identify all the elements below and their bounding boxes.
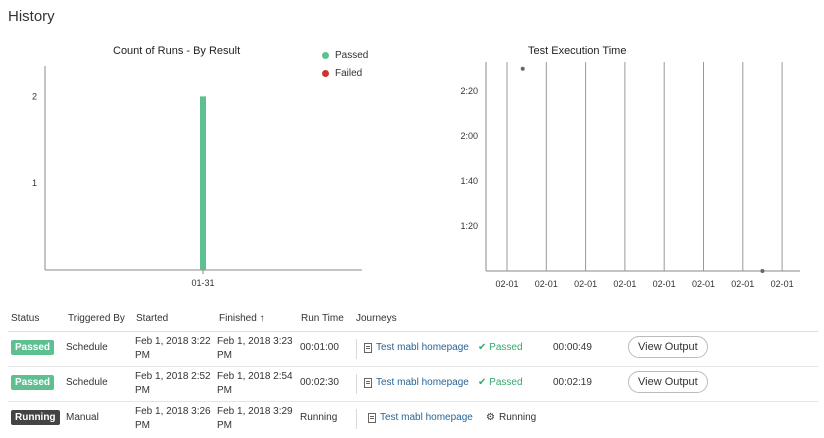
y-tick-label: 2: [32, 91, 37, 101]
passed-dot-icon: [322, 51, 329, 59]
journey-name: Test mabl homepage: [376, 342, 469, 353]
journey-time-cell: 00:00:49: [553, 342, 592, 353]
header-run-time[interactable]: Run Time: [301, 313, 344, 324]
started-cell: Feb 1, 2018 2:52 PM: [135, 371, 211, 396]
table-row[interactable]: Passed Schedule Feb 1, 2018 3:22 PM Feb …: [8, 332, 818, 367]
y-tick-label: 1: [32, 178, 37, 188]
journey-result: ✔ Passed: [478, 341, 523, 355]
journey-result: ✔ Passed: [478, 376, 523, 390]
x-tick-label: 01-31: [191, 278, 214, 288]
header-journeys[interactable]: Journeys: [356, 313, 397, 324]
started-cell: Feb 1, 2018 3:26 PM: [135, 406, 211, 431]
header-status[interactable]: Status: [11, 313, 39, 324]
journey-link[interactable]: Test mabl homepage: [364, 341, 469, 355]
table-row[interactable]: Passed Schedule Feb 1, 2018 2:52 PM Feb …: [8, 367, 818, 402]
gear-icon: ⚙: [486, 412, 495, 423]
runs-chart-legend: Passed Failed: [322, 46, 368, 82]
finished-cell: Feb 1, 2018 3:23 PM: [217, 336, 293, 361]
run-time-cell: Running: [300, 412, 338, 423]
header-started[interactable]: Started: [136, 313, 168, 324]
journey-link[interactable]: Test mabl homepage: [364, 376, 469, 390]
status-badge: Running: [11, 410, 60, 425]
run-time-cell: 00:02:30: [300, 377, 339, 388]
check-icon: ✔: [478, 342, 490, 353]
journey-time-cell: 00:02:19: [553, 377, 592, 388]
history-table: Status Triggered By Started Finished ↑ R…: [8, 306, 818, 438]
journey-divider: [356, 339, 357, 359]
triggered-by-cell: Schedule: [66, 342, 108, 353]
failed-dot-icon: [322, 69, 329, 77]
journey-result-label: Passed: [489, 342, 523, 353]
status-badge: Passed: [11, 340, 55, 355]
runs-by-result-chart: 1 2 01-31: [32, 66, 362, 288]
legend-item-failed[interactable]: Failed: [322, 64, 368, 82]
journey-link[interactable]: Test mabl homepage: [368, 411, 473, 425]
header-finished[interactable]: Finished ↑: [219, 313, 265, 324]
bar-passed: [200, 96, 206, 270]
legend-item-passed[interactable]: Passed: [322, 46, 368, 64]
journey-name: Test mabl homepage: [376, 377, 469, 388]
finished-cell: Feb 1, 2018 3:29 PM: [217, 406, 293, 431]
view-output-button[interactable]: View Output: [628, 336, 708, 358]
journey-result: ⚙ Running: [486, 411, 536, 425]
legend-label-failed: Failed: [335, 67, 363, 79]
finished-cell: Feb 1, 2018 2:54 PM: [217, 371, 293, 396]
table-row[interactable]: Running Manual Feb 1, 2018 3:26 PM Feb 1…: [8, 402, 818, 438]
triggered-by-cell: Schedule: [66, 377, 108, 388]
started-cell: Feb 1, 2018 3:22 PM: [135, 336, 211, 361]
document-icon: [364, 343, 372, 353]
run-time-cell: 00:01:00: [300, 342, 339, 353]
triggered-by-cell: Manual: [66, 412, 99, 423]
table-header: Status Triggered By Started Finished ↑ R…: [8, 306, 818, 332]
execution-time-chart-title: Test Execution Time: [528, 45, 627, 57]
status-badge: Passed: [11, 375, 55, 390]
check-icon: ✔: [478, 377, 490, 388]
journey-result-label: Passed: [489, 377, 523, 388]
document-icon: [364, 378, 372, 388]
legend-label-passed: Passed: [335, 49, 369, 61]
view-output-button[interactable]: View Output: [628, 371, 708, 393]
journey-result-label: Running: [498, 412, 537, 423]
document-icon: [368, 413, 376, 423]
header-triggered-by[interactable]: Triggered By: [68, 313, 125, 324]
journey-divider: [356, 374, 357, 394]
journey-divider: [356, 409, 357, 429]
journey-name: Test mabl homepage: [380, 412, 473, 423]
